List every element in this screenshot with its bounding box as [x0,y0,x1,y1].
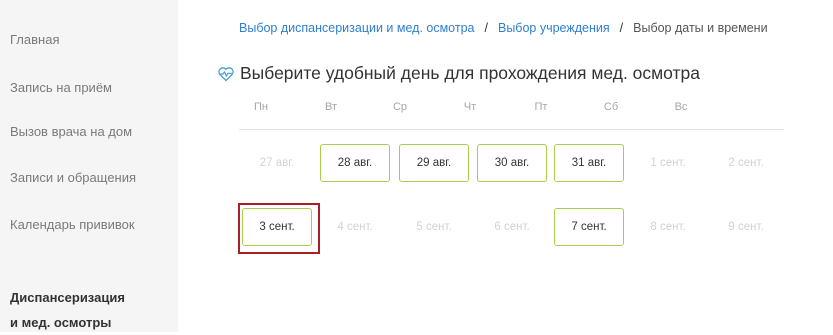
day-cell[interactable]: 31 авг. [554,144,624,182]
day-cell: 1 сент. [650,157,686,169]
day-cell[interactable]: 28 авг. [320,144,390,182]
sidebar-section-line2: и мед. осмотры [10,315,112,330]
breadcrumb-step-institution[interactable]: Выбор учреждения [498,21,610,35]
weekday-thu: Чт [463,101,477,113]
selection-highlight [238,203,320,254]
breadcrumb-separator: / [484,21,488,35]
weekday-wed: Ср [392,101,408,113]
weekday-tue: Вт [324,101,337,113]
sidebar-item-home[interactable]: Главная [10,32,59,47]
sidebar: Главная Запись на приём Вызов врача на д… [0,0,178,332]
day-cell[interactable]: 29 авг. [399,144,469,182]
sidebar-item-vaccination-calendar[interactable]: Календарь прививок [10,217,135,232]
sidebar-item-appointment[interactable]: Запись на приём [10,80,112,95]
weekday-sat: Сб [603,101,619,113]
calendar-divider [239,129,784,130]
sidebar-item-records[interactable]: Записи и обращения [10,170,136,185]
breadcrumb-separator: / [619,21,624,35]
day-cell: 6 сент. [494,221,530,233]
day-cell[interactable]: 7 сент. [554,208,624,246]
weekday-fri: Пт [534,101,548,113]
heart-pulse-icon [218,66,234,81]
day-cell: 9 сент. [728,221,764,233]
day-cell[interactable]: 30 авг. [477,144,547,182]
breadcrumb-current: Выбор даты и времени [633,21,768,35]
breadcrumb: Выбор диспансеризации и мед. осмотра / Выб… [239,21,768,35]
breadcrumb-step-dispensary[interactable]: Выбор диспансеризации и мед. осмотра [239,21,475,35]
weekday-mon: Пн [254,101,268,113]
page-title-text: Выберите удобный день для прохождения ме… [240,63,701,83]
day-cell: 8 сент. [650,221,686,233]
sidebar-item-home-visit[interactable]: Вызов врача на дом [10,124,132,139]
page-title: Выберите удобный день для прохождения ме… [217,63,700,84]
sidebar-item-dispensary[interactable]: Диспансеризация и мед. осмотры [10,285,125,335]
day-cell: 4 сент. [337,221,373,233]
day-cell: 2 сент. [728,157,764,169]
day-cell: 5 сент. [416,221,452,233]
sidebar-section-line1: Диспансеризация [10,290,125,305]
weekday-sun: Вс [674,101,688,113]
day-cell: 27 авг. [259,157,295,169]
